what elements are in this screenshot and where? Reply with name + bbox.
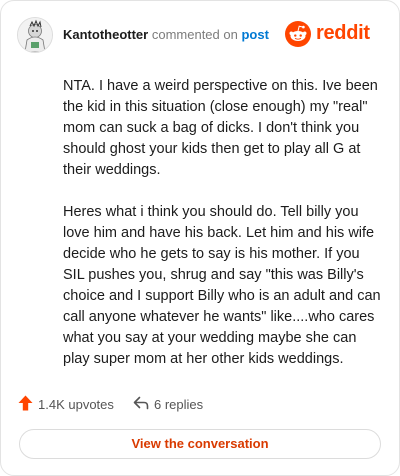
view-conversation-button[interactable]: View the conversation (19, 429, 381, 459)
upvotes-stat[interactable]: 1.4K upvotes (17, 393, 127, 415)
comment-card: Kantotheotter commented on post reddit N… (0, 0, 400, 476)
avatar[interactable] (17, 17, 53, 53)
upvotes-count: 1.4K upvotes (38, 397, 114, 412)
username-link[interactable]: Kantotheotter (63, 27, 148, 42)
upvote-arrow-icon (18, 395, 33, 411)
comment-body: NTA. I have a weird perspective on this.… (63, 76, 381, 391)
reply-arrow-icon (133, 396, 149, 410)
comment-meta: Kantotheotter commented on post (63, 27, 269, 42)
comment-header: Kantotheotter commented on post reddit (17, 17, 385, 53)
replies-count: 6 replies (154, 397, 204, 412)
avatar-icon (18, 18, 52, 52)
reddit-wordmark: reddit (316, 22, 370, 44)
comment-stats: 1.4K upvotes 6 replies (17, 393, 385, 415)
post-link[interactable]: post (241, 27, 268, 42)
replies-stat[interactable]: 6 replies (133, 393, 233, 415)
reddit-brand[interactable]: reddit (285, 21, 385, 47)
action-text: commented on (151, 27, 238, 42)
comment-paragraph-1: NTA. I have a weird perspective on this.… (63, 78, 378, 178)
comment-paragraph-2: Heres what i think you should do. Tell b… (63, 204, 381, 367)
reddit-snoo-icon (285, 21, 311, 47)
